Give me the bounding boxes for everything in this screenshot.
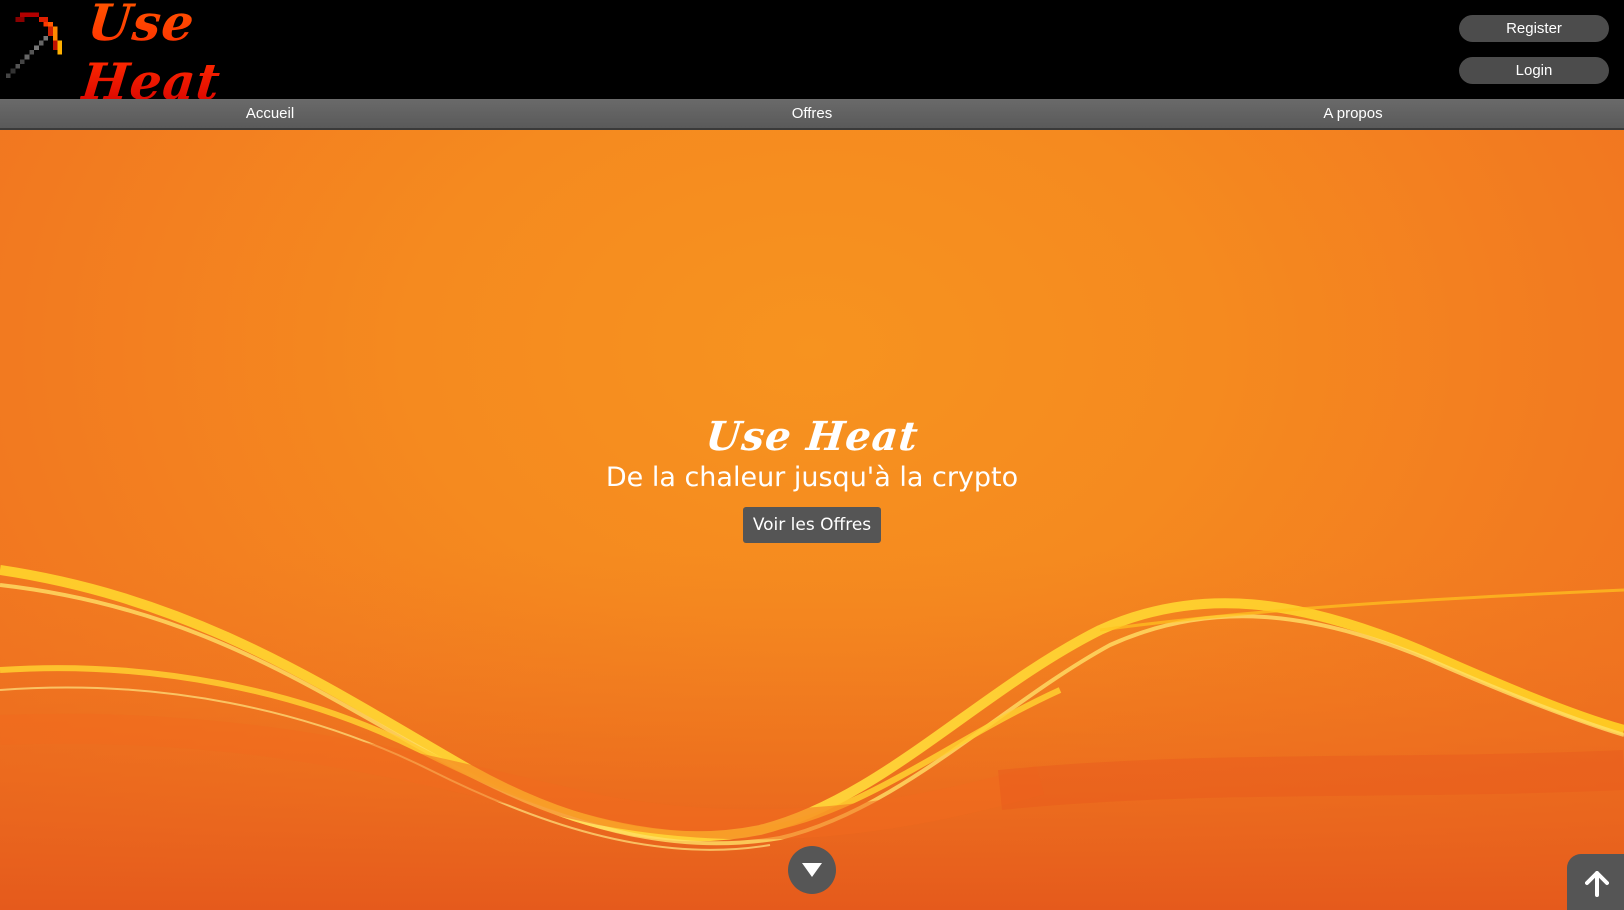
- hero-section: Use Heat De la chaleur jusqu'à la crypto…: [0, 130, 1624, 910]
- chevron-down-icon: [802, 863, 822, 877]
- nav-item-a-propos[interactable]: A propos: [1253, 99, 1453, 128]
- logo-text: Use Heat: [79, 0, 332, 111]
- arrow-up-icon: [1585, 871, 1609, 897]
- hero-logo-text: Use Heat: [703, 413, 921, 460]
- scroll-down-button[interactable]: [788, 846, 836, 894]
- hero-content: Use Heat De la chaleur jusqu'à la crypto…: [0, 413, 1624, 543]
- view-offers-button[interactable]: Voir les Offres: [742, 507, 882, 543]
- site-header: Use Heat Register Login: [0, 0, 1624, 111]
- login-button[interactable]: Login: [1459, 57, 1609, 84]
- nav-item-offres[interactable]: Offres: [712, 99, 912, 128]
- hero-subtitle: De la chaleur jusqu'à la crypto: [605, 462, 1019, 493]
- site-logo[interactable]: Use Heat: [6, 0, 326, 111]
- main-nav: Accueil Offres A propos: [0, 99, 1624, 130]
- nav-item-accueil[interactable]: Accueil: [170, 99, 370, 128]
- register-button[interactable]: Register: [1459, 15, 1609, 42]
- pickaxe-icon: [6, 12, 63, 79]
- scroll-to-top-button[interactable]: [1567, 854, 1624, 910]
